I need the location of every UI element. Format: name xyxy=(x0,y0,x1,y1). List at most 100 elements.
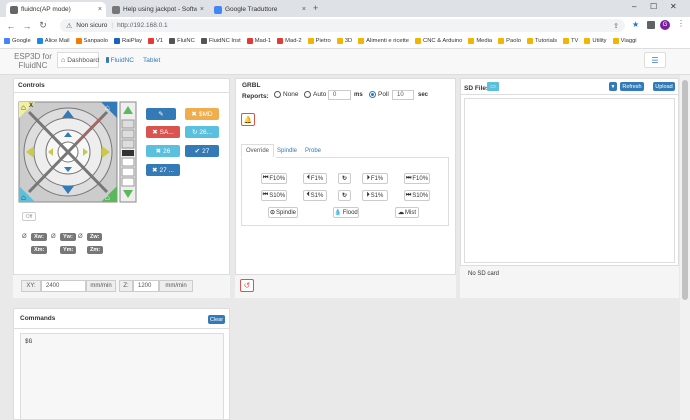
upload-button[interactable]: Upload xyxy=(653,82,675,91)
z-feed-input[interactable]: 1200 xyxy=(133,280,159,292)
xy-feed-input[interactable]: 2400 xyxy=(41,280,86,292)
minimize-icon[interactable]: – xyxy=(632,2,636,11)
jog-control[interactable]: ⌂ ⌂ ⌂ ⌂ xyxy=(17,100,143,206)
hamburger-menu-icon[interactable]: ☰ xyxy=(644,52,666,68)
maximize-icon[interactable]: ☐ xyxy=(650,2,657,11)
poll-unit: sec xyxy=(418,92,429,98)
profile-avatar[interactable]: G xyxy=(660,20,670,30)
close-icon[interactable]: × xyxy=(200,6,204,13)
spindle-reset-button[interactable]: ↻ xyxy=(338,190,351,201)
bookmark-item[interactable]: RaiPlay xyxy=(114,38,142,44)
star-icon[interactable]: ★ xyxy=(632,20,639,29)
bookmark-item[interactable]: Google xyxy=(4,38,31,44)
feed-plus-1-button[interactable]: ⏵ F1% xyxy=(362,173,388,184)
bookmark-icon xyxy=(498,38,505,44)
motor-off-button[interactable]: ✖ $MD xyxy=(185,108,219,120)
soft-reset-icon[interactable]: ↺ xyxy=(240,279,254,292)
macro-26-button[interactable]: ✖ 26 xyxy=(146,145,180,157)
sd-file-list[interactable] xyxy=(464,98,675,263)
feed-reset-button[interactable]: ↻ xyxy=(338,173,351,184)
spindle-toggle-button[interactable]: ⊙ Spindle xyxy=(268,207,298,218)
spindle-minus-10-button[interactable]: ⏮ S10% xyxy=(261,190,287,201)
flood-toggle-button[interactable]: 💧 Flood xyxy=(333,207,359,218)
menu-kebab-icon[interactable]: ⋮ xyxy=(677,19,685,28)
bookmark-item[interactable]: Media xyxy=(468,38,492,44)
home-icon: ⌂ xyxy=(21,193,26,202)
z-step-1[interactable] xyxy=(121,139,135,149)
spindle-minus-1-button[interactable]: ⏴ S1% xyxy=(303,190,327,201)
new-tab-button[interactable]: + xyxy=(313,3,318,13)
off-button[interactable]: Off xyxy=(22,212,36,221)
share-icon[interactable]: ⇪ xyxy=(613,22,619,30)
tab-probe[interactable]: Probe xyxy=(301,144,325,158)
bookmark-item[interactable]: FluiNC xyxy=(169,38,195,44)
commands-log[interactable]: $G xyxy=(20,333,224,420)
z-step-100[interactable] xyxy=(121,119,135,129)
bookmark-item[interactable]: CNC & Arduino xyxy=(415,38,462,44)
bookmark-item[interactable]: Pietro xyxy=(307,38,331,44)
zero-z-icon[interactable]: Ø xyxy=(78,234,83,240)
feed-minus-10-button[interactable]: ⏮ F10% xyxy=(261,173,287,184)
refresh-button[interactable]: Refresh xyxy=(620,82,644,91)
z-step-neg-100[interactable] xyxy=(121,177,135,187)
clear-button[interactable]: Clear xyxy=(208,315,225,324)
radio-none[interactable]: None xyxy=(274,91,299,98)
macro-26-dots-button[interactable]: ↻ 26... xyxy=(185,126,219,138)
bookmark-item[interactable]: 3D xyxy=(336,38,352,44)
tab-dashboard[interactable]: ⌂ Dashboard xyxy=(57,52,99,68)
tab-tablet[interactable]: Tablet xyxy=(140,52,162,68)
close-window-icon[interactable]: ✕ xyxy=(670,2,677,11)
bookmark-icon xyxy=(148,38,154,44)
macro-27-button[interactable]: ✔ 27 xyxy=(185,145,219,157)
close-icon[interactable]: × xyxy=(98,6,102,13)
bookmark-item[interactable]: Paolo xyxy=(498,38,521,44)
tab-spindle[interactable]: Spindle xyxy=(273,144,301,158)
reload-icon[interactable]: ↻ xyxy=(38,20,48,31)
browser-tab-translate[interactable]: Google Traduttore × xyxy=(210,2,310,17)
bookmark-item[interactable]: Mad-2 xyxy=(277,38,302,44)
safety-button[interactable]: ✖ SA... xyxy=(146,126,180,138)
z-center-bar xyxy=(122,150,134,156)
sd-card-icon[interactable]: ▭ xyxy=(487,82,499,91)
mist-toggle-button[interactable]: ☁ Mist xyxy=(395,207,419,218)
forward-icon[interactable]: → xyxy=(22,21,32,31)
bookmark-icon xyxy=(4,38,10,44)
macro-27-dots-button[interactable]: ✖ 27 ... xyxy=(146,164,180,176)
bookmark-item[interactable]: Utility xyxy=(584,38,607,44)
z-step-neg-10[interactable] xyxy=(121,167,135,177)
url-field[interactable]: ⚠ Non sicuro | http://192.168.0.1 ⇪ xyxy=(60,19,625,32)
extension-icon[interactable] xyxy=(647,21,655,29)
browser-tab-fluidnc[interactable]: fluidnc(AP mode) × xyxy=(6,2,106,17)
browser-tab-help[interactable]: Help using jackpot - Software × xyxy=(108,2,208,17)
radio-auto[interactable]: Auto xyxy=(304,91,326,98)
z-step-neg-1[interactable] xyxy=(121,157,135,167)
spindle-plus-10-button[interactable]: ⏭ S10% xyxy=(404,190,430,201)
bookmark-item[interactable]: Alimenti e ricette xyxy=(358,38,409,44)
poll-interval-input[interactable]: 10 xyxy=(392,90,414,100)
bookmark-item[interactable]: FluidNC Inst xyxy=(200,38,241,44)
bookmark-item[interactable]: Tutorials xyxy=(526,38,557,44)
tab-fluidnc[interactable]: FluidNC xyxy=(103,52,137,68)
bookmark-item[interactable]: TV xyxy=(562,38,578,44)
alarm-bell-icon[interactable]: 🔔 xyxy=(241,113,255,126)
tab-override[interactable]: Override xyxy=(241,144,275,158)
zero-x-icon[interactable]: Ø xyxy=(22,234,27,240)
radio-poll[interactable]: Poll xyxy=(369,91,389,98)
scrollbar-thumb[interactable] xyxy=(682,80,688,300)
auto-interval-input[interactable]: 0 xyxy=(328,90,351,100)
spindle-plus-1-button[interactable]: ⏵ S1% xyxy=(362,190,388,201)
bookmark-item[interactable]: Sanpaolo xyxy=(75,38,108,44)
filter-icon[interactable]: ▼ xyxy=(609,82,617,91)
bookmark-item[interactable]: Viaggi xyxy=(612,38,637,44)
feed-minus-1-button[interactable]: ⏴ F1% xyxy=(303,173,327,184)
close-icon[interactable]: × xyxy=(302,6,306,13)
z-step-10[interactable] xyxy=(121,129,135,139)
zero-all-button[interactable]: ✎ xyxy=(146,108,176,120)
zero-y-icon[interactable]: Ø xyxy=(51,234,56,240)
back-icon[interactable]: ← xyxy=(6,21,16,31)
bookmark-item[interactable]: Alice Mail xyxy=(36,38,70,44)
bookmark-item[interactable]: Mad-1 xyxy=(246,38,271,44)
feed-plus-10-button[interactable]: ⏭ F10% xyxy=(404,173,430,184)
bookmark-item[interactable]: V1 xyxy=(148,38,163,44)
bookmark-icon xyxy=(336,38,343,44)
